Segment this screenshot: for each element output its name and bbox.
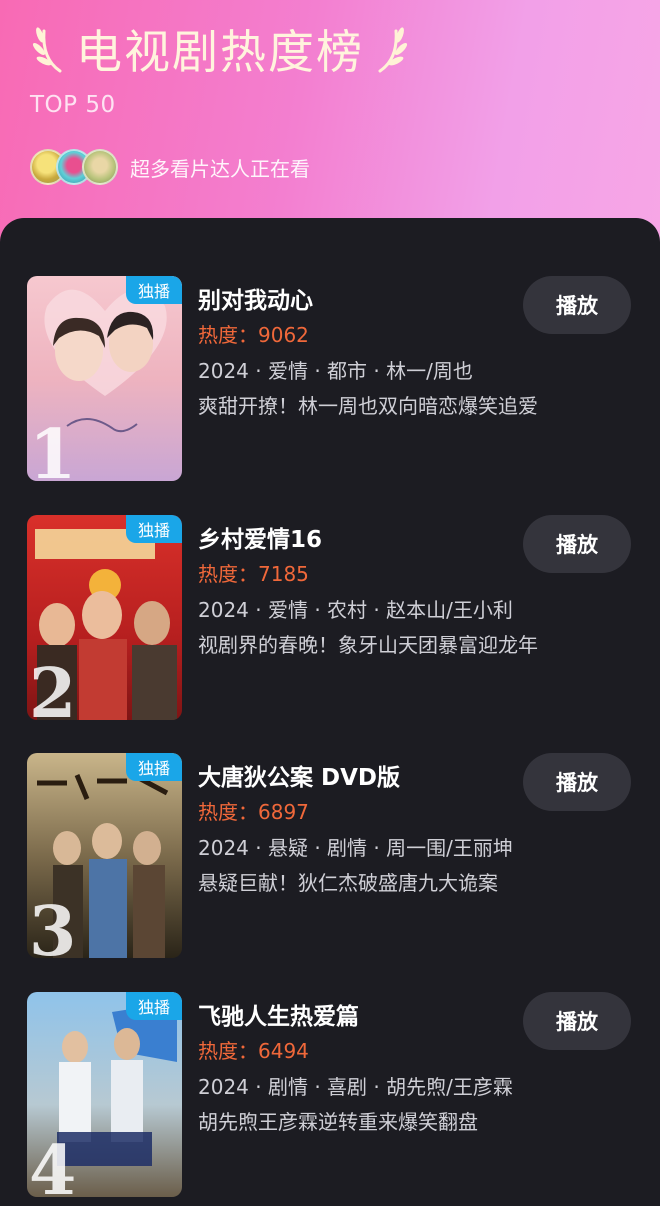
exclusive-badge: 独播 [126, 753, 182, 781]
rank-number: 1 [29, 415, 77, 481]
heat-score: 热度：9062 [198, 323, 309, 347]
poster-image[interactable]: 3 独播 [27, 753, 182, 958]
exclusive-badge: 独播 [126, 992, 182, 1020]
ranking-list: 1 独播 别对我动心 热度：9062 2024 · 爱情 · 都市 · 林一/周… [0, 218, 660, 1206]
poster-image[interactable]: 1 独播 [27, 276, 182, 481]
ranking-subtitle: TOP 50 [30, 92, 116, 118]
play-button[interactable]: 播放 [523, 515, 631, 573]
laurel-left-icon [32, 27, 62, 73]
page-title: 电视剧热度榜 [76, 25, 364, 79]
exclusive-badge: 独播 [126, 276, 182, 304]
play-button[interactable]: 播放 [523, 276, 631, 334]
list-item[interactable]: 2 独播 乡村爱情16 热度：7185 2024 · 爱情 · 农村 · 赵本山… [0, 515, 660, 725]
show-title[interactable]: 大唐狄公案 DVD版 [198, 758, 400, 792]
play-button[interactable]: 播放 [523, 753, 631, 811]
avatar [82, 149, 118, 185]
list-item[interactable]: 3 独播 大唐狄公案 DVD版 热度：6897 2024 · 悬疑 · 剧情 ·… [0, 753, 660, 963]
viewers-row: 超多看片达人正在看 [30, 148, 310, 186]
heat-score: 热度：6897 [198, 800, 309, 824]
play-button[interactable]: 播放 [523, 992, 631, 1050]
show-description: 胡先煦王彦霖逆转重来爆笑翻盘 [198, 1110, 478, 1134]
rank-number: 4 [29, 1131, 77, 1197]
laurel-right-icon [378, 27, 408, 73]
rank-number: 2 [29, 654, 77, 720]
show-meta: 2024 · 剧情 · 喜剧 · 胡先煦/王彦霖 [198, 1075, 513, 1099]
show-meta: 2024 · 爱情 · 农村 · 赵本山/王小利 [198, 598, 513, 622]
show-meta: 2024 · 悬疑 · 剧情 · 周一围/王丽坤 [198, 836, 513, 860]
heat-score: 热度：7185 [198, 562, 309, 586]
heat-score: 热度：6494 [198, 1039, 309, 1063]
poster-image[interactable]: 2 独播 [27, 515, 182, 720]
show-title[interactable]: 别对我动心 [198, 281, 313, 315]
show-title[interactable]: 飞驰人生热爱篇 [198, 997, 359, 1031]
poster-image[interactable]: 4 独播 [27, 992, 182, 1197]
exclusive-badge: 独播 [126, 515, 182, 543]
show-description: 视剧界的春晚！象牙山天团暴富迎龙年 [198, 633, 538, 657]
show-description: 爽甜开撩！林一周也双向暗恋爆笑追爱 [198, 394, 538, 418]
list-item[interactable]: 4 独播 飞驰人生热爱篇 热度：6494 2024 · 剧情 · 喜剧 · 胡先… [0, 992, 660, 1202]
show-title[interactable]: 乡村爱情16 [198, 520, 322, 554]
show-description: 悬疑巨献！狄仁杰破盛唐九大诡案 [198, 871, 498, 895]
list-item[interactable]: 1 独播 别对我动心 热度：9062 2024 · 爱情 · 都市 · 林一/周… [0, 276, 660, 486]
rank-number: 3 [29, 892, 77, 958]
show-meta: 2024 · 爱情 · 都市 · 林一/周也 [198, 359, 473, 383]
viewers-text: 超多看片达人正在看 [130, 156, 310, 181]
title-row: 电视剧热度榜 [30, 14, 410, 84]
